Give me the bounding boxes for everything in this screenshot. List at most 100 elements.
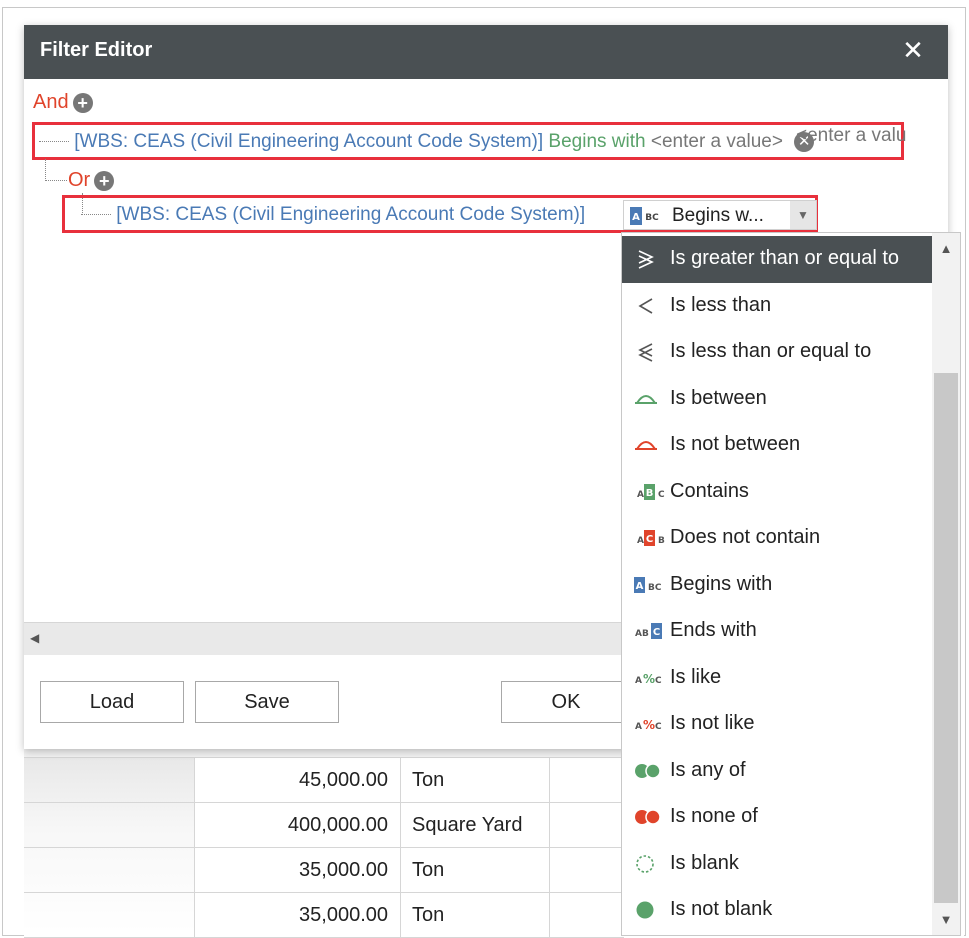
svg-text:A: A	[632, 212, 640, 223]
not-contains-icon: ACB	[634, 527, 665, 549]
operator-option-label: Is less than or equal to	[670, 340, 872, 362]
operator-option[interactable]: A% C Is not like	[622, 701, 932, 748]
operator-option-label: Is greater than or equal to	[670, 247, 900, 269]
condition-operator[interactable]: Begins with	[548, 131, 645, 152]
operator-option[interactable]: A C B Does not contain	[622, 515, 932, 562]
operator-option[interactable]: Is none of	[622, 794, 932, 841]
condition-value[interactable]: <enter a value>	[651, 131, 783, 152]
begins-with-icon: A BC	[634, 574, 662, 596]
operator-option[interactable]: Is blank	[622, 841, 932, 888]
none-of-icon	[634, 806, 661, 828]
operator-option-label: Is blank	[670, 851, 739, 874]
unit-cell: Ton	[402, 848, 550, 892]
scroll-down-icon[interactable]: ▼	[932, 912, 960, 927]
any-of-icon	[634, 760, 661, 782]
not-blank-icon	[634, 899, 658, 921]
less-than-icon	[634, 295, 658, 317]
blank-icon	[634, 853, 658, 875]
operator-option-label: Is between	[670, 386, 767, 409]
and-group-node[interactable]: And +	[33, 91, 93, 114]
svg-text:C: C	[653, 627, 660, 638]
svg-text:C: C	[655, 676, 662, 686]
tree-connector	[45, 180, 67, 181]
unit-cell: Ton	[402, 758, 550, 802]
add-condition-icon[interactable]: +	[94, 170, 115, 191]
operator-option-label: Begins with	[670, 572, 773, 595]
between-icon	[634, 388, 658, 410]
tree-connector	[45, 159, 46, 181]
operator-option-label: Is less than	[670, 293, 772, 316]
operator-option[interactable]: AB C Ends with	[622, 608, 932, 655]
svg-text:%: %	[643, 672, 655, 686]
scroll-up-icon[interactable]: ▲	[932, 241, 960, 256]
svg-text:A: A	[635, 722, 642, 732]
condition-value[interactable]: <enter a valu	[796, 125, 906, 147]
operator-option-label: Is not blank	[670, 898, 773, 920]
operator-option[interactable]: Is any of	[622, 748, 932, 795]
table-row: 35,000.00 Ton	[24, 848, 624, 893]
amount-cell: 35,000.00	[194, 848, 401, 892]
and-group-label[interactable]: And	[33, 91, 69, 113]
condition-field[interactable]: [WBS: CEAS (Civil Engineering Account Co…	[74, 131, 543, 152]
not-like-icon: A% C	[634, 713, 662, 735]
amount-cell: 400,000.00	[194, 803, 401, 847]
tree-connector	[39, 141, 69, 143]
operator-option[interactable]: A BC Begins with	[622, 562, 932, 609]
operator-option-label: Does not contain	[670, 526, 821, 548]
operator-option-label: Is not like	[670, 712, 755, 734]
operator-option[interactable]: Is between	[622, 376, 932, 423]
unit-cell: Ton	[402, 893, 550, 937]
operator-option-label: Is any of	[670, 758, 746, 781]
operator-dropdown[interactable]: Is greater than or equal to Is less than I…	[621, 232, 961, 936]
begins-with-icon: A BC	[630, 207, 666, 230]
operator-option[interactable]: Is less than	[622, 283, 932, 330]
chevron-down-icon[interactable]: ▼	[790, 201, 816, 229]
less-equal-icon	[634, 341, 658, 363]
svg-text:A: A	[635, 676, 642, 686]
svg-text:%: %	[643, 718, 655, 732]
or-group-label[interactable]: Or	[68, 169, 90, 191]
grid-header	[24, 748, 624, 758]
operator-option[interactable]: Is not between	[622, 422, 932, 469]
load-button[interactable]: Load	[40, 681, 184, 723]
svg-text:B: B	[646, 488, 654, 499]
scrollbar-thumb[interactable]	[934, 373, 958, 903]
condition-field[interactable]: [WBS: CEAS (Civil Engineering Account Co…	[116, 204, 585, 225]
svg-text:C: C	[658, 490, 665, 500]
tree-connector	[81, 214, 111, 216]
svg-text:A: A	[637, 536, 644, 546]
operator-combo-value: Begins w...	[672, 205, 764, 226]
save-button[interactable]: Save	[195, 681, 339, 723]
svg-text:B: B	[658, 536, 665, 546]
operator-option[interactable]: Is less than or equal to	[622, 329, 932, 376]
ok-button[interactable]: OK	[501, 681, 631, 723]
condition-row-2: [WBS: CEAS (Civil Engineering Account Co…	[62, 195, 818, 233]
vertical-scrollbar[interactable]: ▲ ▼	[932, 233, 960, 935]
dialog-titlebar: Filter Editor ✕	[24, 25, 948, 79]
dialog-title: Filter Editor	[40, 39, 153, 61]
unit-cell: Square Yard	[402, 803, 550, 847]
operator-option[interactable]: Is greater than or equal to	[622, 236, 932, 283]
table-row: 35,000.00 Ton	[24, 893, 624, 938]
svg-text:C: C	[646, 534, 653, 545]
close-icon: ✕	[902, 35, 924, 65]
table-row: 400,000.00 Square Yard	[24, 803, 624, 848]
amount-cell: 45,000.00	[194, 758, 401, 802]
svg-text:BC: BC	[648, 583, 662, 593]
svg-text:BC: BC	[645, 213, 659, 223]
operator-combo[interactable]: A BC Begins w... ▼	[623, 200, 817, 230]
add-condition-icon[interactable]: +	[72, 92, 93, 113]
operator-option[interactable]: A B C Contains	[622, 469, 932, 516]
close-button[interactable]: ✕	[898, 35, 928, 65]
operator-option[interactable]: Is not blank	[622, 887, 932, 934]
operator-option[interactable]: A% C Is like	[622, 655, 932, 702]
horizontal-scrollbar[interactable]: ◀	[24, 622, 624, 655]
scroll-left-icon[interactable]: ◀	[30, 631, 39, 645]
table-row: 45,000.00 Ton	[24, 758, 624, 803]
or-group-node[interactable]: Or +	[68, 169, 115, 192]
svg-text:C: C	[655, 722, 662, 732]
ends-with-icon: AB C	[634, 620, 662, 642]
condition-row-1: [WBS: CEAS (Civil Engineering Account Co…	[32, 122, 904, 160]
svg-text:AB: AB	[635, 629, 649, 639]
operator-option-label: Contains	[670, 479, 749, 502]
